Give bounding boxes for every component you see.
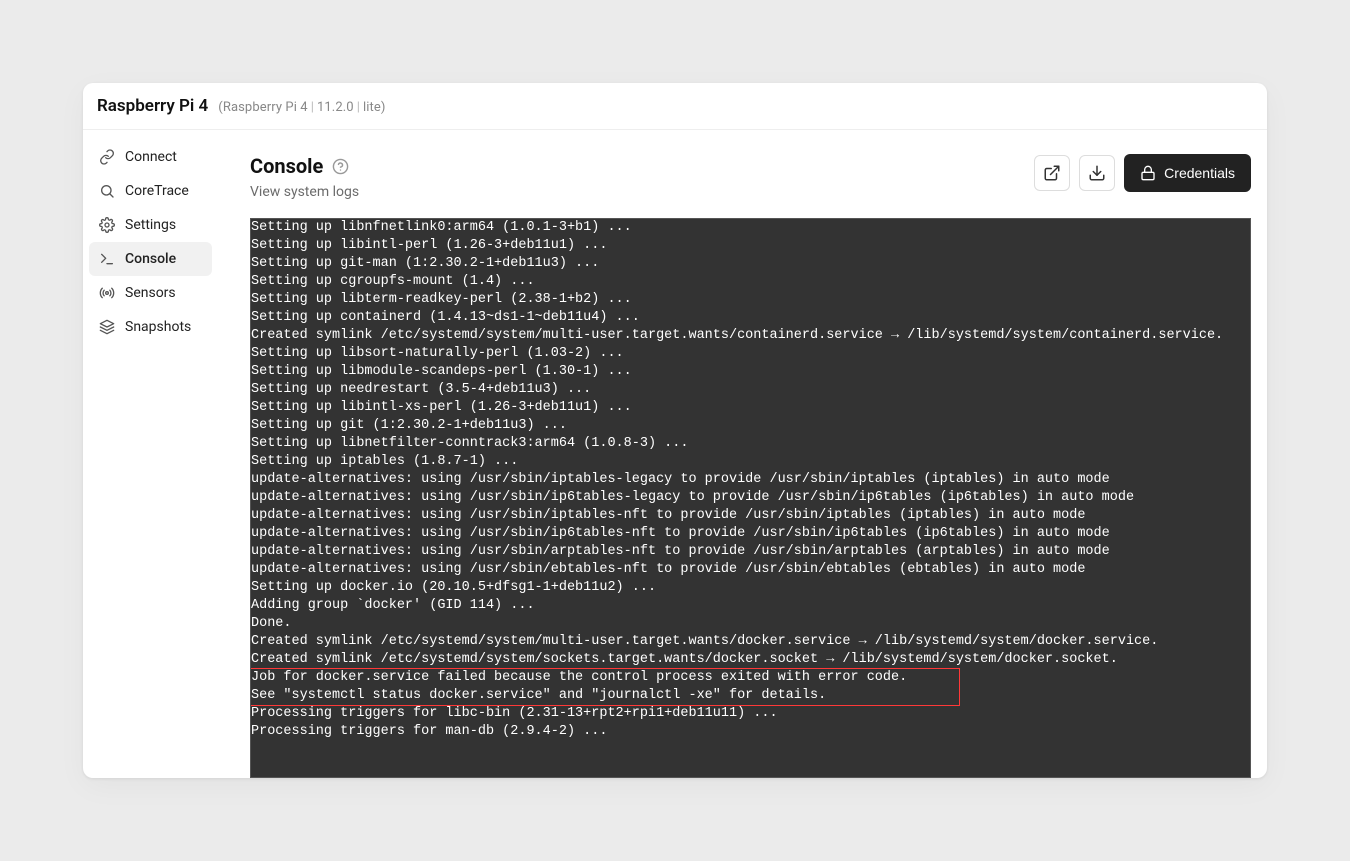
lock-icon — [1140, 165, 1156, 181]
sidebar-item-label: Sensors — [125, 285, 176, 301]
terminal-line: Created symlink /etc/systemd/system/sock… — [251, 651, 1250, 669]
terminal-line: update-alternatives: using /usr/sbin/arp… — [251, 543, 1250, 561]
download-button[interactable] — [1079, 155, 1115, 191]
broadcast-icon — [99, 285, 115, 301]
terminal-line: Setting up libsort-naturally-perl (1.03-… — [251, 345, 1250, 363]
terminal-line: update-alternatives: using /usr/sbin/ipt… — [251, 507, 1250, 525]
sidebar-item-connect[interactable]: Connect — [89, 140, 212, 174]
sidebar-item-label: CoreTrace — [125, 183, 189, 199]
sidebar-item-console[interactable]: Console — [89, 242, 212, 276]
terminal-line: Setting up iptables (1.8.7-1) ... — [251, 453, 1250, 471]
terminal-line: update-alternatives: using /usr/sbin/ip6… — [251, 525, 1250, 543]
terminal-line: update-alternatives: using /usr/sbin/ip6… — [251, 489, 1250, 507]
terminal-line: Job for docker.service failed because th… — [251, 669, 1250, 687]
terminal-line: Processing triggers for man-db (2.9.4-2)… — [251, 723, 1250, 741]
link-icon — [99, 149, 115, 165]
search-icon — [99, 183, 115, 199]
terminal-line: Setting up containerd (1.4.13~ds1-1~deb1… — [251, 309, 1250, 327]
device-meta: (Raspberry Pi 4|11.2.0|lite) — [218, 100, 385, 115]
download-icon — [1088, 164, 1106, 182]
device-version: 11.2.0 — [317, 100, 354, 115]
open-external-button[interactable] — [1034, 155, 1070, 191]
terminal[interactable]: Setting up libnfnetlink0:arm64 (1.0.1-3+… — [250, 218, 1251, 778]
page-title: Console — [250, 154, 323, 178]
sidebar-item-label: Settings — [125, 217, 176, 233]
sidebar-item-coretrace[interactable]: CoreTrace — [89, 174, 212, 208]
main-panel: Console View system logs — [218, 130, 1267, 778]
device-model: Raspberry Pi 4 — [223, 100, 308, 115]
sidebar-item-label: Console — [125, 251, 176, 267]
terminal-line: Setting up cgroupfs-mount (1.4) ... — [251, 273, 1250, 291]
terminal-icon — [99, 251, 115, 267]
terminal-line: Created symlink /etc/systemd/system/mult… — [251, 327, 1250, 345]
terminal-output: Setting up libnfnetlink0:arm64 (1.0.1-3+… — [251, 219, 1250, 741]
terminal-line: Setting up libmodule-scandeps-perl (1.30… — [251, 363, 1250, 381]
terminal-line: Setting up docker.io (20.10.5+dfsg1-1+de… — [251, 579, 1250, 597]
device-title: Raspberry Pi 4 — [97, 96, 208, 116]
help-icon[interactable] — [332, 158, 349, 175]
sidebar-item-snapshots[interactable]: Snapshots — [89, 310, 212, 344]
terminal-line: Setting up libterm-readkey-perl (2.38-1+… — [251, 291, 1250, 309]
page-subtitle: View system logs — [250, 184, 359, 200]
terminal-line: Processing triggers for libc-bin (2.31-1… — [251, 705, 1250, 723]
credentials-button[interactable]: Credentials — [1124, 154, 1251, 192]
terminal-line: See "systemctl status docker.service" an… — [251, 687, 1250, 705]
main-header: Console View system logs — [250, 154, 1251, 200]
gear-icon — [99, 217, 115, 233]
actions: Credentials — [1034, 154, 1251, 192]
card-body: Connect CoreTrace Settings Console — [83, 130, 1267, 778]
terminal-line: Setting up git-man (1:2.30.2-1+deb11u3) … — [251, 255, 1250, 273]
terminal-line: Done. — [251, 615, 1250, 633]
terminal-line: update-alternatives: using /usr/sbin/ipt… — [251, 471, 1250, 489]
terminal-line: update-alternatives: using /usr/sbin/ebt… — [251, 561, 1250, 579]
layers-icon — [99, 319, 115, 335]
card-header: Raspberry Pi 4 (Raspberry Pi 4|11.2.0|li… — [83, 83, 1267, 130]
terminal-line: Setting up libnfnetlink0:arm64 (1.0.1-3+… — [251, 219, 1250, 237]
terminal-line: Adding group `docker' (GID 114) ... — [251, 597, 1250, 615]
sidebar-item-label: Snapshots — [125, 319, 191, 335]
terminal-line: Setting up libintl-xs-perl (1.26-3+deb11… — [251, 399, 1250, 417]
terminal-line: Setting up needrestart (3.5-4+deb11u3) .… — [251, 381, 1250, 399]
device-variant: lite — [363, 100, 381, 115]
sidebar-item-sensors[interactable]: Sensors — [89, 276, 212, 310]
credentials-button-label: Credentials — [1164, 165, 1235, 181]
sidebar-item-settings[interactable]: Settings — [89, 208, 212, 242]
device-card: Raspberry Pi 4 (Raspberry Pi 4|11.2.0|li… — [83, 83, 1267, 778]
external-link-icon — [1043, 164, 1061, 182]
sidebar: Connect CoreTrace Settings Console — [83, 130, 218, 778]
terminal-line: Setting up git (1:2.30.2-1+deb11u3) ... — [251, 417, 1250, 435]
terminal-line: Setting up libnetfilter-conntrack3:arm64… — [251, 435, 1250, 453]
terminal-line: Setting up libintl-perl (1.26-3+deb11u1)… — [251, 237, 1250, 255]
sidebar-item-label: Connect — [125, 149, 177, 165]
terminal-line: Created symlink /etc/systemd/system/mult… — [251, 633, 1250, 651]
